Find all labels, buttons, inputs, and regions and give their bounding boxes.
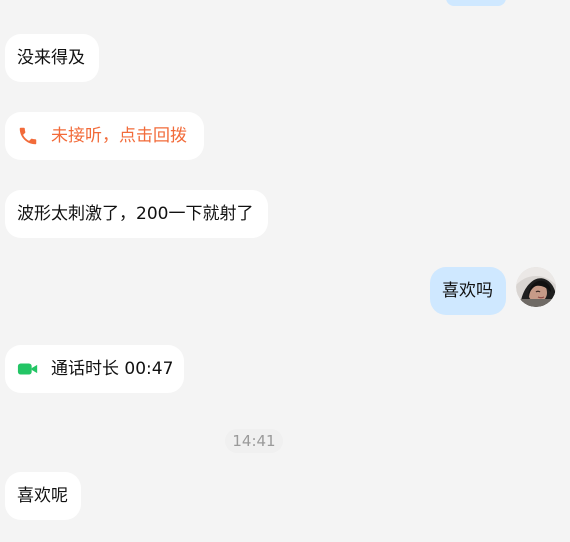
user-avatar[interactable]	[516, 267, 556, 307]
partial-outgoing-message[interactable]	[446, 0, 506, 6]
missed-call-row: 未接听，点击回拨	[17, 124, 192, 148]
message-text: 喜欢呢	[17, 486, 68, 506]
missed-call-message[interactable]: 未接听，点击回拨	[5, 112, 204, 160]
video-call-message[interactable]: 通话时长 00:47	[5, 345, 184, 393]
time-divider: 14:41	[225, 429, 283, 453]
phone-icon	[17, 125, 39, 147]
video-call-row: 通话时长 00:47	[17, 357, 174, 381]
incoming-message[interactable]: 波形太刺激了，200一下就射了	[5, 190, 268, 238]
message-text: 没来得及	[17, 48, 85, 68]
incoming-message[interactable]: 喜欢呢	[5, 472, 81, 520]
chat-conversation: 没来得及 未接听，点击回拨 波形太刺激了，200一下就射了 喜欢吗 通话时长 0…	[0, 0, 570, 542]
video-call-duration: 通话时长 00:47	[51, 359, 174, 379]
message-text: 喜欢吗	[442, 281, 493, 301]
message-text: 波形太刺激了，200一下就射了	[17, 204, 254, 224]
video-call-icon	[17, 360, 39, 378]
missed-call-label: 未接听，点击回拨	[51, 126, 187, 146]
incoming-message[interactable]: 没来得及	[5, 34, 99, 82]
outgoing-message[interactable]: 喜欢吗	[430, 267, 506, 315]
